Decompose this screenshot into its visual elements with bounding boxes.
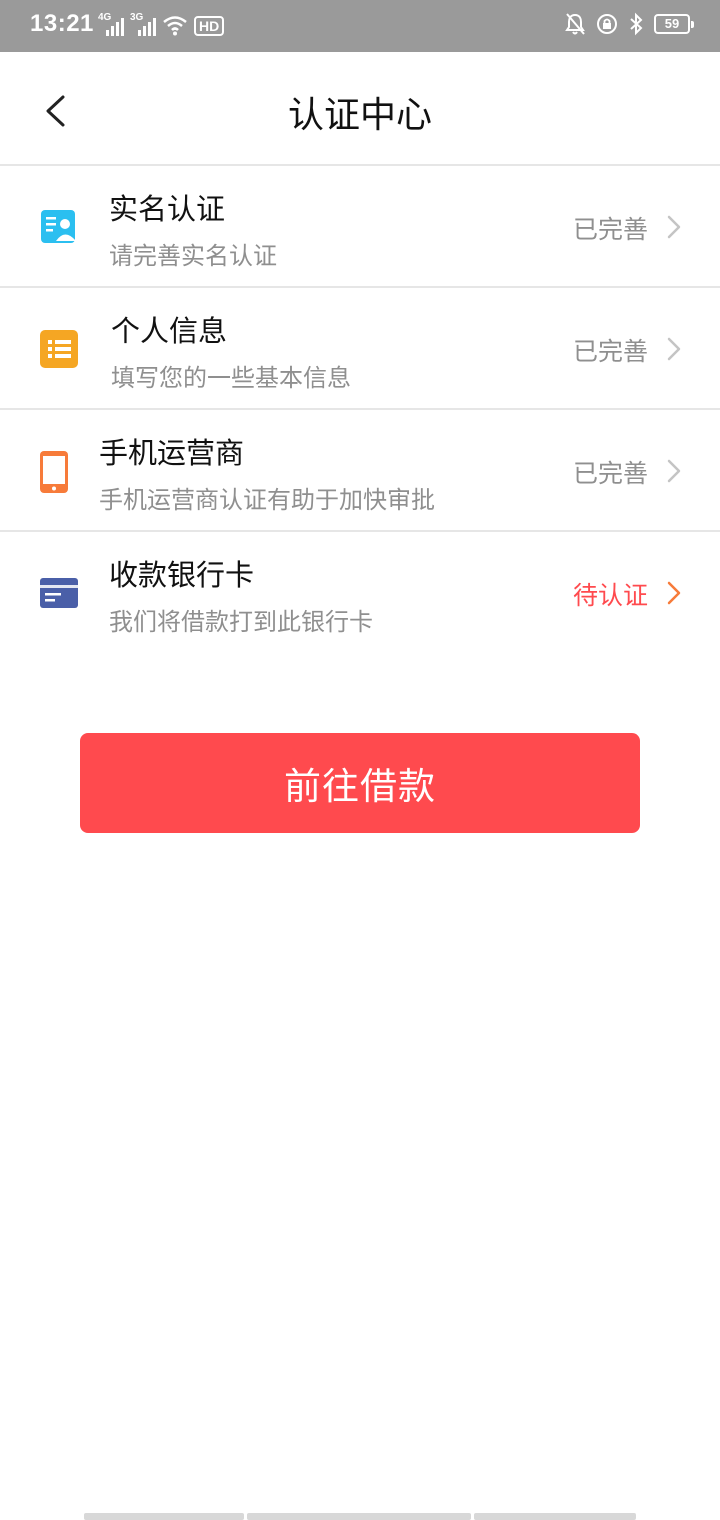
battery-icon: 59: [654, 14, 694, 34]
list-item-real-name[interactable]: 实名认证 请完善实名认证 已完善: [0, 166, 720, 288]
list-item-subtitle: 我们将借款打到此银行卡: [109, 608, 373, 636]
list-item-mobile-carrier[interactable]: 手机运营商 手机运营商认证有助于加快审批 已完善: [0, 410, 720, 532]
bluetooth-icon: [630, 12, 643, 36]
list-item-subtitle: 手机运营商认证有助于加快审批: [99, 486, 435, 514]
phone-icon: [38, 450, 70, 494]
certification-list: 实名认证 请完善实名认证 已完善 个人信息 填写您的一些基本信息 已完善 手机运…: [0, 166, 720, 654]
go-borrow-button[interactable]: 前往借款: [80, 733, 640, 833]
page-title: 认证中心: [287, 95, 432, 136]
rotation-lock-icon: [597, 14, 617, 34]
status-bar: 13:21 4G 3G HD 59: [0, 0, 720, 52]
chevron-right-icon: [667, 215, 681, 239]
wifi-icon: [163, 16, 187, 36]
status-time: 13:21: [30, 10, 94, 37]
status-label: 已完善: [572, 215, 648, 244]
bell-muted-icon: [565, 13, 585, 35]
status-right-icons: 59: [564, 12, 694, 36]
id-card-icon: [40, 208, 78, 246]
gesture-bar: [84, 1513, 636, 1520]
list-item-subtitle: 填写您的一些基本信息: [111, 364, 351, 392]
status-label: 已完善: [572, 459, 648, 488]
status-left-icons: 4G 3G HD: [98, 12, 225, 36]
list-item-title: 手机运营商: [99, 436, 245, 470]
list-item-title: 个人信息: [111, 314, 228, 348]
chevron-right-icon: [667, 459, 681, 483]
signal-4g-icon: 4G: [98, 12, 124, 36]
list-item-personal-info[interactable]: 个人信息 填写您的一些基本信息 已完善: [0, 288, 720, 410]
list-item-title: 收款银行卡: [109, 558, 255, 592]
signal-3g-icon: 3G: [130, 12, 156, 36]
list-item-title: 实名认证: [109, 192, 226, 226]
list-item-subtitle: 请完善实名认证: [109, 242, 277, 270]
status-label-pending: 待认证: [572, 581, 648, 610]
nav-bar: 认证中心: [0, 52, 720, 166]
status-label: 已完善: [572, 337, 648, 366]
list-icon: [40, 330, 78, 368]
chevron-right-icon: [667, 337, 681, 361]
hd-icon: HD: [194, 16, 225, 36]
list-item-bank-card[interactable]: 收款银行卡 我们将借款打到此银行卡 待认证: [0, 532, 720, 654]
chevron-right-icon: [667, 581, 681, 605]
bank-card-icon: [40, 574, 78, 612]
